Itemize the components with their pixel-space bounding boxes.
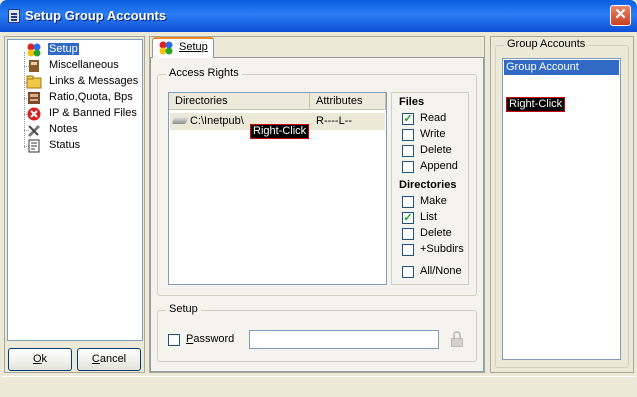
group-account-item[interactable]: Group Account xyxy=(504,60,619,75)
checkbox-box xyxy=(168,334,180,346)
password-field[interactable] xyxy=(249,330,439,349)
checkbox-box xyxy=(402,266,414,278)
window-title: Setup Group Accounts xyxy=(25,8,167,23)
checkbox-box xyxy=(402,228,414,240)
book-icon xyxy=(26,59,42,73)
close-icon: ✕ xyxy=(614,6,627,23)
cancel-label-rest: ancel xyxy=(99,353,127,365)
checkbox-label: Make xyxy=(420,195,447,207)
column-header-attributes[interactable]: Attributes xyxy=(310,93,386,110)
checkbox-label: +Subdirs xyxy=(420,243,464,255)
checkbox-box: ✓ xyxy=(402,113,414,125)
password-label-rest: assword xyxy=(193,333,235,345)
status-bar xyxy=(2,376,635,395)
tree-item-label: Notes xyxy=(49,123,78,135)
checkbox-label: Delete xyxy=(420,227,452,239)
cancel-button[interactable]: Cancel xyxy=(77,348,141,371)
tree-item-label: IP & Banned Files xyxy=(49,107,137,119)
checkbox-box xyxy=(402,145,414,157)
password-label: Password xyxy=(186,333,234,345)
tree-item-label: Setup xyxy=(48,43,79,55)
group-accounts-right-click-hint: Right-Click xyxy=(506,97,566,112)
cancel-accelerator: C xyxy=(91,353,100,365)
ok-button[interactable]: Ok xyxy=(8,348,72,371)
lock-body xyxy=(451,338,463,347)
tree-item-label: Status xyxy=(49,139,81,151)
checkbox-box: ✓ xyxy=(402,212,414,224)
directories-heading: Directories xyxy=(399,179,457,191)
lock-icon xyxy=(450,331,464,347)
directories-list[interactable]: Directories Attributes C:\Inetpub\ R----… xyxy=(168,92,387,285)
checkbox-label: All/None xyxy=(420,265,462,277)
directory-attributes: R----L-- xyxy=(316,115,353,127)
access-rights-legend: Access Rights xyxy=(166,67,242,79)
checkbox-label: Read xyxy=(420,112,447,124)
column-header-directories[interactable]: Directories xyxy=(169,93,310,110)
tree-item-label: Ratio,Quota, Bps xyxy=(49,91,133,103)
close-button[interactable]: ✕ xyxy=(610,5,631,26)
checkbox-box xyxy=(402,161,414,173)
tree-item-label: Links & Messages xyxy=(49,75,139,87)
permissions-panel: Files ✓ Read Write Delete Append Directo… xyxy=(391,92,469,285)
ok-accelerator: O xyxy=(32,353,42,365)
checkbox-label: Write xyxy=(420,128,446,140)
files-heading: Files xyxy=(399,96,425,108)
notes-icon xyxy=(26,123,42,137)
tree-item-label: Miscellaneous xyxy=(49,59,119,71)
app-icon xyxy=(8,9,20,23)
folder-icon xyxy=(26,75,42,89)
ratio-icon xyxy=(26,91,42,105)
status-icon xyxy=(26,139,42,153)
tab-label: Setup xyxy=(179,41,208,53)
drive-icon xyxy=(171,117,189,124)
banned-icon xyxy=(26,107,42,121)
checkbox-box xyxy=(402,196,414,208)
directory-path: C:\Inetpub\ xyxy=(190,115,244,127)
ok-label-rest: k xyxy=(41,353,48,365)
title-bar[interactable]: Setup Group Accounts ✕ xyxy=(0,0,637,32)
left-panel: Setup Miscellaneous Links & Messages Rat… xyxy=(4,36,145,373)
right-click-hint: Right-Click xyxy=(250,124,310,139)
setup-legend: Setup xyxy=(166,303,201,315)
setup-group-accounts-window: Setup Group Accounts ✕ Setup Miscellaneo… xyxy=(0,0,637,397)
setup-icon xyxy=(26,43,42,57)
checkbox-label: List xyxy=(420,211,438,223)
checkbox-box xyxy=(402,129,414,141)
group-accounts-legend: Group Accounts xyxy=(504,38,589,50)
setup-icon xyxy=(158,41,174,58)
tab-setup[interactable]: Setup xyxy=(152,37,214,58)
checkbox-label: Append xyxy=(420,160,458,172)
checkbox-box xyxy=(402,244,414,256)
settings-tree[interactable]: Setup Miscellaneous Links & Messages Rat… xyxy=(7,39,143,341)
checkbox-label: Delete xyxy=(420,144,452,156)
